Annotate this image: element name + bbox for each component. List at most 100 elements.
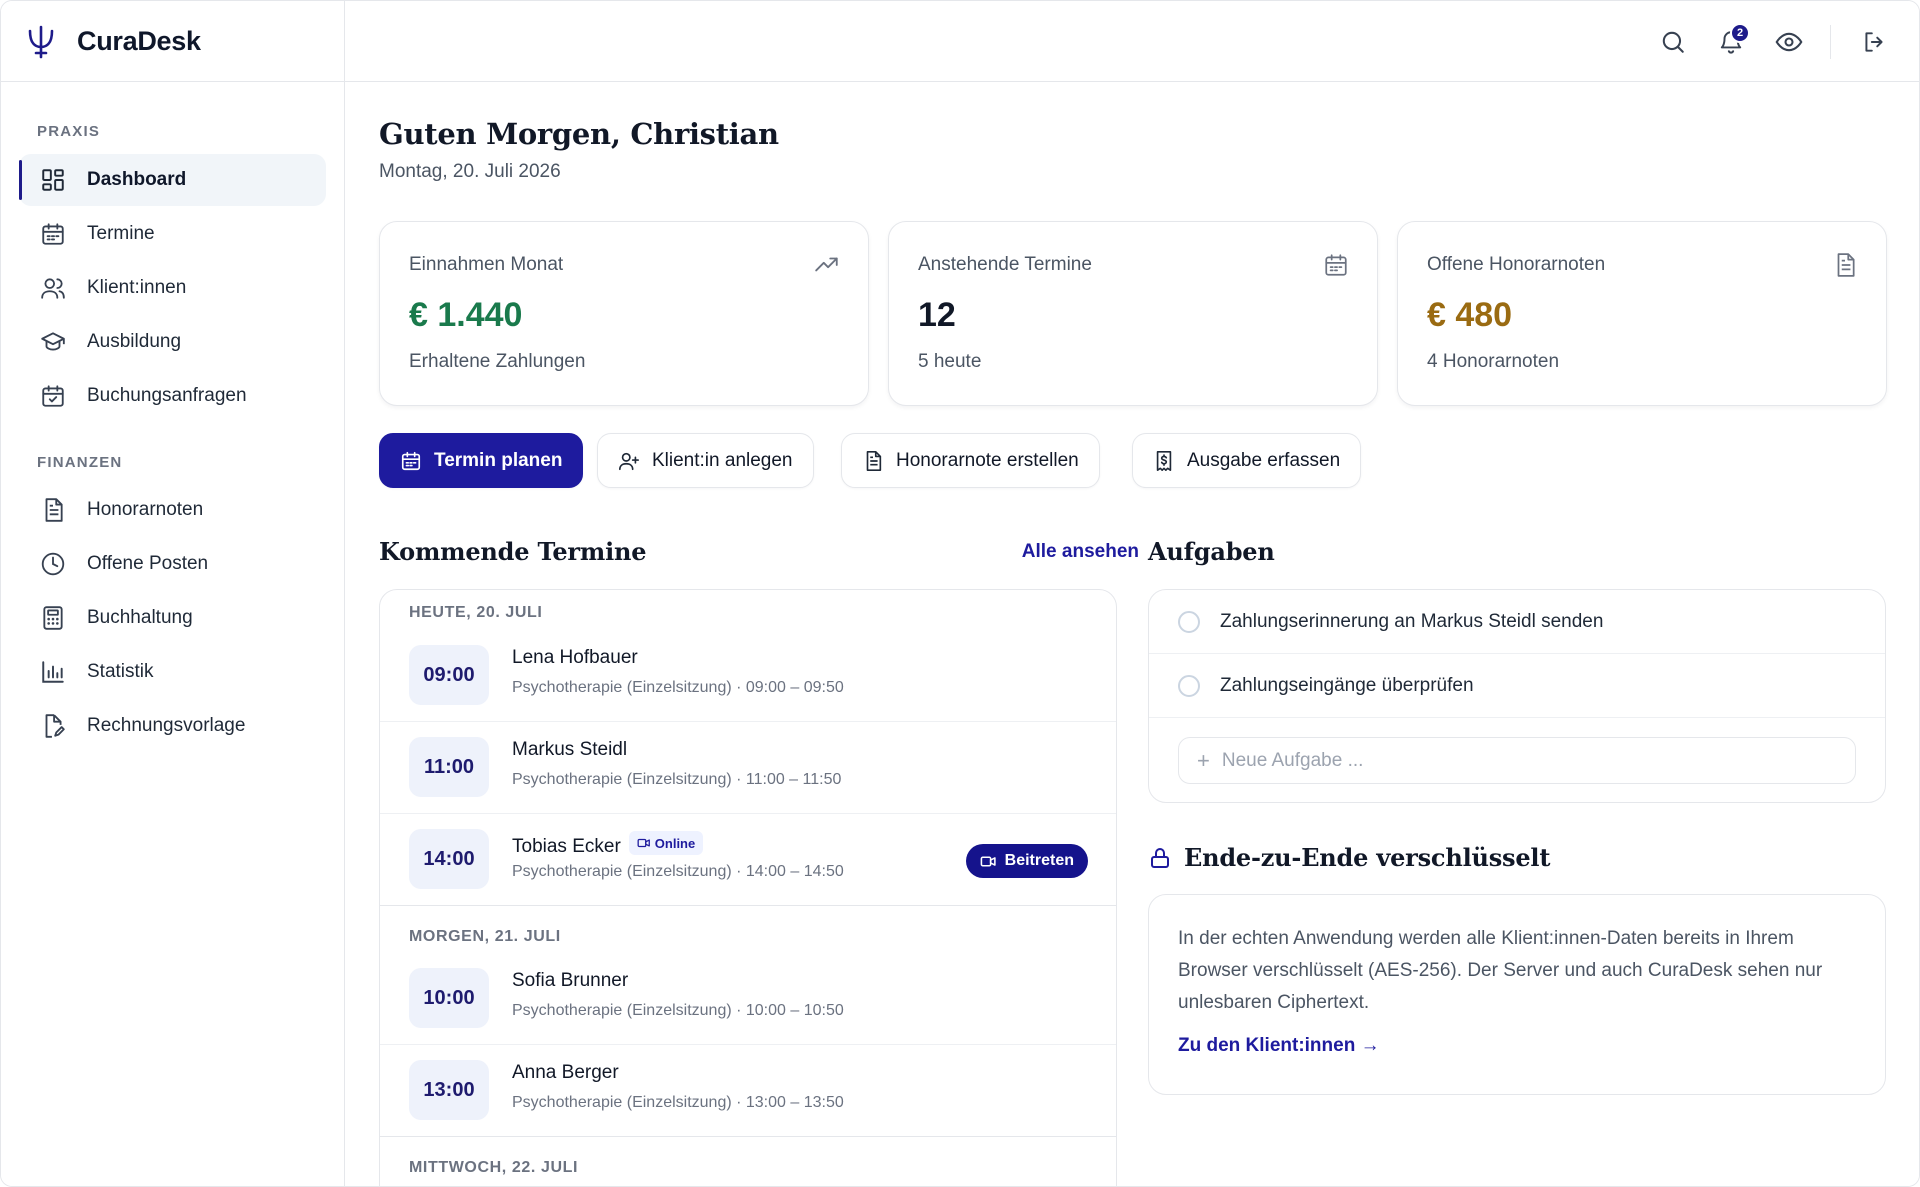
stat-subtitle: Erhaltene Zahlungen <box>409 351 586 372</box>
receipt-dollar-icon <box>1153 450 1175 472</box>
new-task-placeholder: Neue Aufgabe ... <box>1221 749 1364 771</box>
nav-section-praxis: PRAXIS <box>37 123 101 140</box>
button-label: Ausgabe erfassen <box>1187 449 1341 471</box>
appointment-meta: Psychotherapie (Einzelsitzung) · 13:00 –… <box>512 1094 844 1111</box>
appointment-time: 11:00 <box>409 737 489 797</box>
stat-card-appointments[interactable]: Anstehende Termine 12 5 heute <box>888 221 1378 406</box>
main-content: 2 Guten Morgen, Christian Montag, 20. Ju… <box>345 1 1919 1186</box>
calendar-check-icon <box>39 382 67 410</box>
user-plus-icon <box>618 450 640 472</box>
view-all-link[interactable]: Alle ansehen <box>1022 541 1139 563</box>
upcoming-appointments-title: Kommende Termine <box>379 537 647 566</box>
sidebar-item-termine[interactable]: Termine <box>19 208 326 260</box>
sidebar-item-dashboard[interactable]: Dashboard <box>19 154 326 206</box>
sidebar-item-honorarnoten[interactable]: Honorarnoten <box>19 484 326 536</box>
stat-value: 12 <box>918 296 956 334</box>
brand-name: CuraDesk <box>77 25 201 56</box>
appointment-row[interactable]: 09:00 Lena Hofbauer Psychotherapie (Einz… <box>380 630 1116 722</box>
plus-icon: + <box>1197 747 1210 773</box>
client-name: Sofia Brunner <box>512 970 629 991</box>
appointment-time: 09:00 <box>409 645 489 705</box>
day-label: MITTWOCH, 22. JULI <box>409 1159 579 1176</box>
appointment-meta: Psychotherapie (Einzelsitzung) · 11:00 –… <box>512 771 842 788</box>
stat-title: Anstehende Termine <box>918 254 1092 275</box>
client-name-line: Tobias Ecker Online <box>512 831 704 858</box>
record-expense-button[interactable]: Ausgabe erfassen <box>1132 433 1362 488</box>
task-checkbox[interactable] <box>1178 610 1200 633</box>
stat-subtitle: 4 Honorarnoten <box>1427 351 1560 372</box>
current-date: Montag, 20. Juli 2026 <box>379 161 561 182</box>
client-name: Anna Berger <box>512 1062 619 1083</box>
stat-value: € 480 <box>1427 296 1513 334</box>
eye-icon[interactable] <box>1774 27 1804 57</box>
sidebar-item-label: Buchhaltung <box>87 607 193 628</box>
sidebar-item-rechnungsvorlage[interactable]: Rechnungsvorlage <box>19 700 326 752</box>
button-label: Klient:in anlegen <box>652 449 793 471</box>
topbar-divider <box>1830 24 1831 59</box>
task-item[interactable]: Zahlungseingänge überprüfen <box>1149 654 1885 718</box>
nav-section-finanzen: FINANZEN <box>37 454 123 471</box>
stat-title: Offene Honorarnoten <box>1427 254 1606 275</box>
create-invoice-button[interactable]: Honorarnote erstellen <box>841 433 1100 488</box>
appointment-row[interactable]: 11:00 Markus Steidl Psychotherapie (Einz… <box>380 722 1116 814</box>
app-window: CuraDesk PRAXIS Dashboard Termine Klient… <box>0 0 1920 1187</box>
trending-up-icon <box>814 252 840 278</box>
clients-link[interactable]: Zu den Klient:innen → <box>1178 1035 1380 1057</box>
graduation-cap-icon <box>39 328 67 356</box>
client-name: Lena Hofbauer <box>512 647 638 668</box>
sidebar-item-ausbildung[interactable]: Ausbildung <box>19 316 326 368</box>
file-edit-icon <box>39 712 67 740</box>
stat-card-open-invoices[interactable]: Offene Honorarnoten € 480 4 Honorarnoten <box>1397 221 1887 406</box>
document-icon <box>39 496 67 524</box>
brand[interactable]: CuraDesk <box>1 1 344 82</box>
video-icon <box>980 855 996 867</box>
notification-badge: 2 <box>1730 22 1750 43</box>
encryption-panel: In der echten Anwendung werden alle Klie… <box>1148 894 1886 1095</box>
tasks-title: Aufgaben <box>1148 537 1275 566</box>
appointment-row[interactable]: 14:00 Tobias Ecker Online Psychotherapie … <box>380 814 1116 906</box>
document-icon <box>862 450 884 472</box>
dashboard-icon <box>39 166 67 194</box>
logout-icon[interactable] <box>1859 27 1889 57</box>
sidebar: CuraDesk PRAXIS Dashboard Termine Klient… <box>1 1 345 1186</box>
appointment-time: 14:00 <box>409 829 489 889</box>
sidebar-item-buchhaltung[interactable]: Buchhaltung <box>19 592 326 644</box>
page-title: Guten Morgen, Christian <box>379 117 779 151</box>
appointment-meta: Psychotherapie (Einzelsitzung) · 09:00 –… <box>512 679 844 696</box>
client-name: Markus Steidl <box>512 739 628 760</box>
bell-icon[interactable]: 2 <box>1716 22 1750 57</box>
sidebar-item-label: Statistik <box>87 661 154 682</box>
encryption-text: In der echten Anwendung werden alle Klie… <box>1178 928 1823 1013</box>
search-icon[interactable] <box>1658 27 1688 57</box>
appointment-row[interactable]: 13:00 Anna Berger Psychotherapie (Einzel… <box>380 1045 1116 1137</box>
stat-title: Einnahmen Monat <box>409 254 564 275</box>
calendar-icon <box>400 450 422 472</box>
sidebar-item-statistik[interactable]: Statistik <box>19 646 326 698</box>
task-item[interactable]: Zahlungserinnerung an Markus Steidl send… <box>1149 590 1885 654</box>
day-label: MORGEN, 21. JULI <box>409 928 561 945</box>
sidebar-item-label: Termine <box>87 223 155 244</box>
day-label: HEUTE, 20. JULI <box>409 604 543 621</box>
calendar-icon <box>39 220 67 248</box>
join-video-button[interactable]: Beitreten <box>965 844 1088 878</box>
stat-card-income[interactable]: Einnahmen Monat € 1.440 Erhaltene Zahlun… <box>379 221 869 406</box>
users-icon <box>39 274 67 302</box>
sidebar-item-label: Honorarnoten <box>87 499 204 520</box>
psi-logo-icon <box>27 23 57 59</box>
appointment-time: 10:00 <box>409 968 489 1028</box>
sidebar-item-clients[interactable]: Klient:innen <box>19 262 326 314</box>
sidebar-item-buchungsanfragen[interactable]: Buchungsanfragen <box>19 370 326 422</box>
clock-icon <box>39 550 67 578</box>
add-client-button[interactable]: Klient:in anlegen <box>597 433 814 488</box>
appointment-meta: Psychotherapie (Einzelsitzung) · 14:00 –… <box>512 863 844 880</box>
sidebar-item-offene-posten[interactable]: Offene Posten <box>19 538 326 590</box>
video-icon <box>637 838 650 848</box>
schedule-appointment-button[interactable]: Termin planen <box>379 433 584 488</box>
task-checkbox[interactable] <box>1178 674 1200 697</box>
sidebar-item-label: Buchungsanfragen <box>87 385 247 406</box>
appointment-row[interactable]: 10:00 Sofia Brunner Psychotherapie (Einz… <box>380 953 1116 1045</box>
new-task-input[interactable]: + Neue Aufgabe ... <box>1178 737 1856 784</box>
online-badge-label: Online <box>654 835 696 851</box>
sidebar-item-label: Rechnungsvorlage <box>87 715 246 736</box>
button-label: Honorarnote erstellen <box>896 449 1079 471</box>
